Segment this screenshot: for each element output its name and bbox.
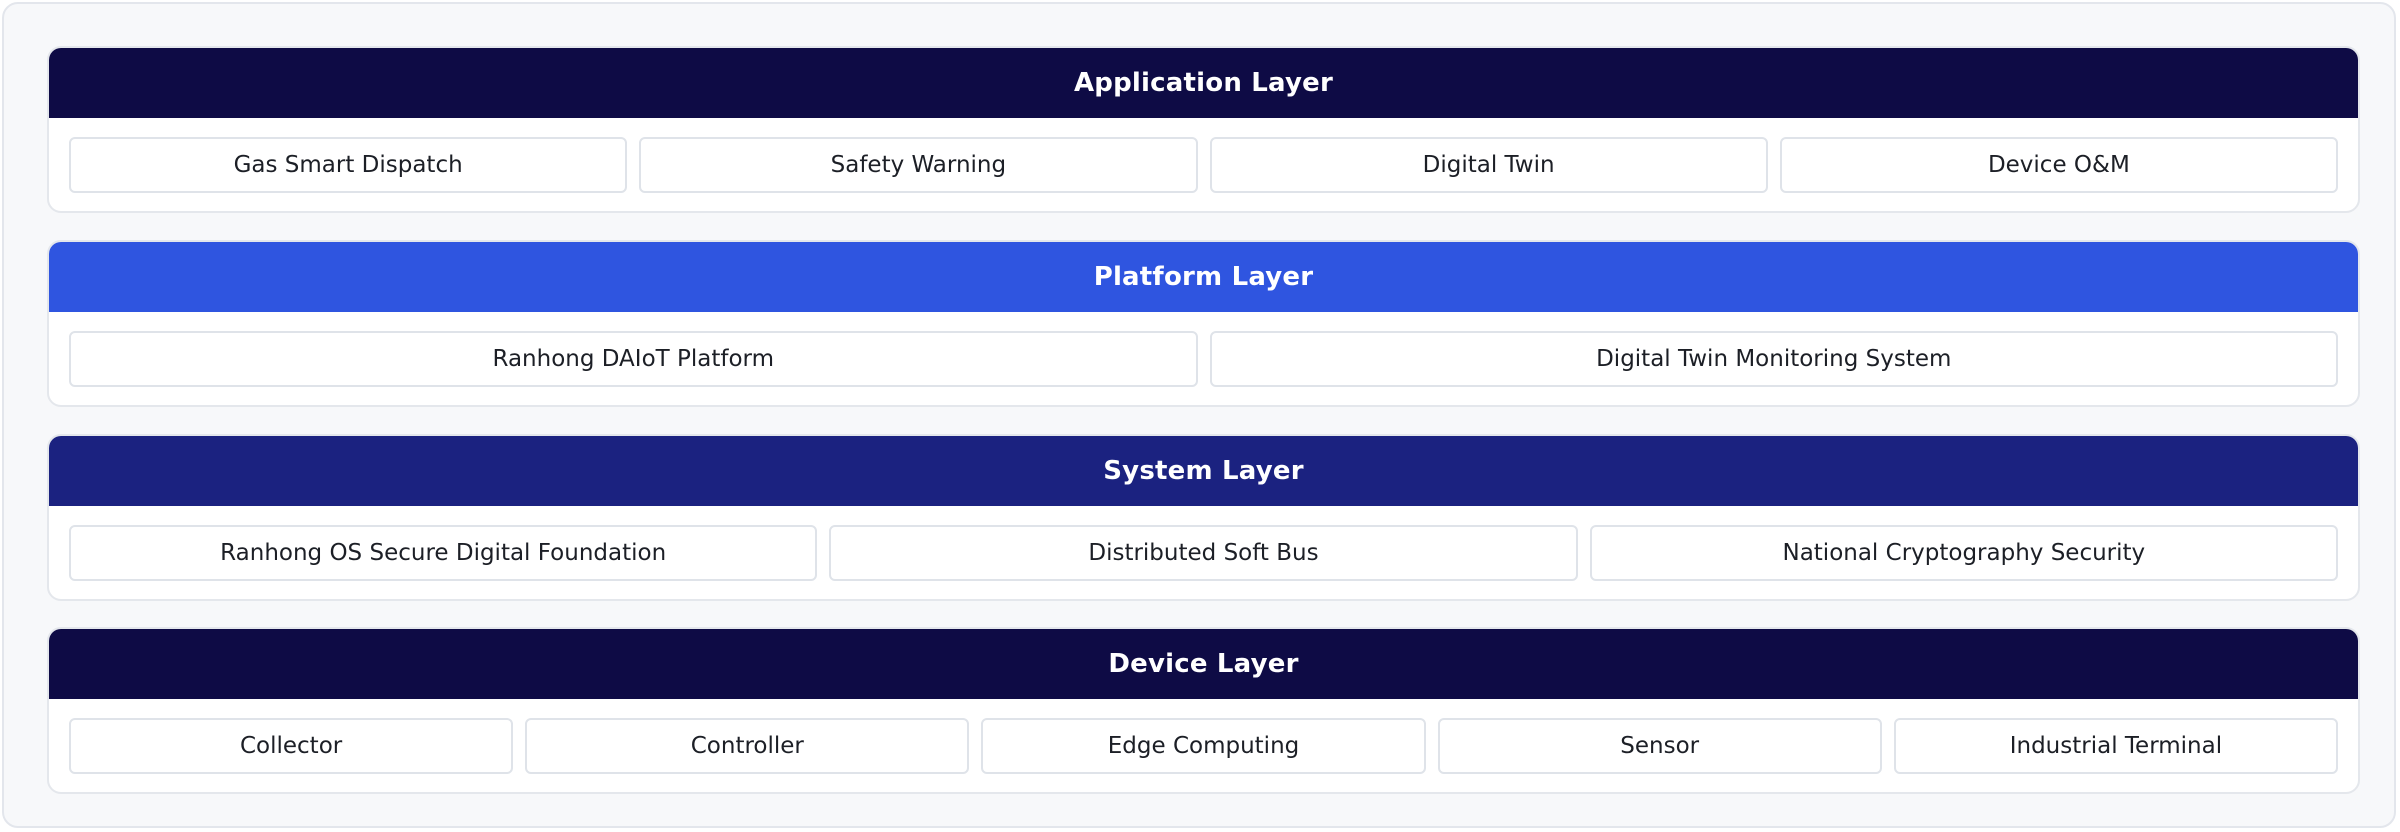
device-layer: Device Layer Collector Controller Edge C… [47, 627, 2360, 794]
system-item: National Cryptography Security [1589, 525, 2338, 581]
application-layer-header: Application Layer [49, 48, 2358, 118]
device-item: Sensor [1437, 718, 1882, 774]
application-item: Gas Smart Dispatch [69, 137, 628, 193]
system-layer: System Layer Ranhong OS Secure Digital F… [47, 434, 2360, 601]
device-layer-items: Collector Controller Edge Computing Sens… [69, 718, 2339, 774]
system-layer-items: Ranhong OS Secure Digital Foundation Dis… [69, 525, 2338, 581]
device-item: Collector [69, 718, 514, 774]
platform-layer-items: Ranhong DAIoT Platform Digital Twin Moni… [69, 331, 2338, 387]
application-item: Digital Twin [1209, 137, 1768, 193]
system-item: Distributed Soft Bus [829, 525, 1578, 581]
platform-item: Digital Twin Monitoring System [1209, 331, 2338, 387]
platform-layer: Platform Layer Ranhong DAIoT Platform Di… [47, 240, 2360, 407]
system-layer-header: System Layer [49, 436, 2358, 506]
system-item: Ranhong OS Secure Digital Foundation [69, 525, 818, 581]
platform-layer-header: Platform Layer [49, 242, 2358, 312]
application-layer-items: Gas Smart Dispatch Safety Warning Digita… [69, 137, 2338, 193]
device-layer-header: Device Layer [49, 629, 2358, 699]
device-item: Controller [525, 718, 970, 774]
application-item: Safety Warning [639, 137, 1198, 193]
application-item: Device O&M [1779, 137, 2338, 193]
application-layer: Application Layer Gas Smart Dispatch Saf… [47, 46, 2360, 213]
device-item: Industrial Terminal [1893, 718, 2339, 774]
platform-item: Ranhong DAIoT Platform [69, 331, 1198, 387]
device-item: Edge Computing [981, 718, 1426, 774]
architecture-diagram: Application Layer Gas Smart Dispatch Saf… [2, 2, 2396, 828]
